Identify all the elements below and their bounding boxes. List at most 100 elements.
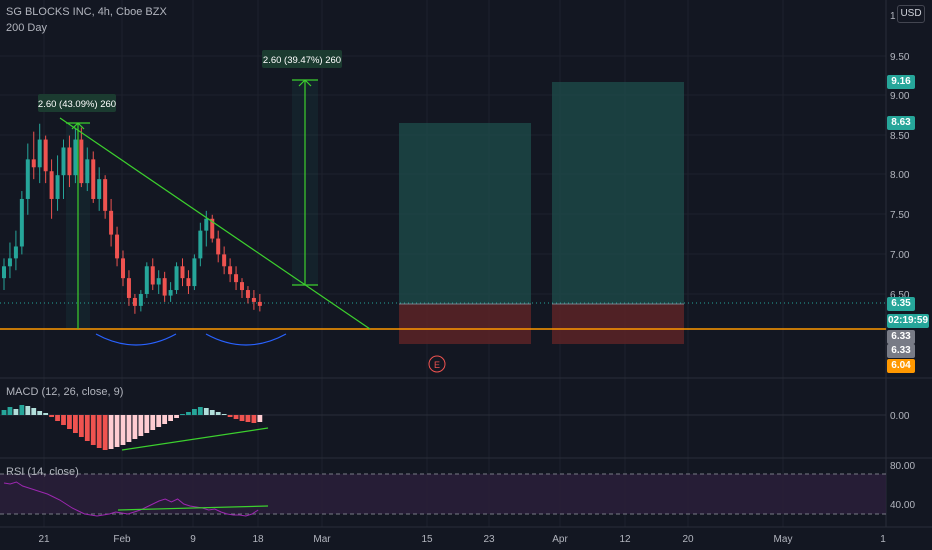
macd-histogram-bar bbox=[197, 407, 203, 415]
macd-histogram-bar bbox=[203, 408, 209, 415]
measure-1-label: 2.60 (43.09%) 260 bbox=[38, 99, 116, 110]
macd-histogram-bar bbox=[180, 414, 185, 415]
target-low-tag: 8.63 bbox=[887, 116, 915, 130]
candle-body[interactable] bbox=[61, 147, 66, 176]
macd-histogram-bar bbox=[209, 410, 215, 415]
target-high-tag: 9.16 bbox=[887, 75, 915, 89]
macd-histogram-bar bbox=[156, 415, 162, 427]
macd-histogram-bar bbox=[245, 415, 251, 422]
position-1-loss-zone[interactable] bbox=[399, 304, 531, 344]
candle-body[interactable] bbox=[150, 266, 155, 285]
candle-body[interactable] bbox=[91, 159, 96, 199]
candle-body[interactable] bbox=[109, 210, 114, 235]
macd-histogram-bar bbox=[150, 415, 156, 430]
macd-histogram-bar bbox=[37, 411, 43, 415]
candle-body[interactable] bbox=[79, 139, 84, 184]
macd-histogram-bar bbox=[108, 415, 114, 449]
candle-body[interactable] bbox=[7, 258, 12, 267]
candle-body[interactable] bbox=[37, 139, 42, 168]
candle-body[interactable] bbox=[85, 159, 90, 184]
candle-body[interactable] bbox=[67, 147, 72, 176]
candle-body[interactable] bbox=[55, 175, 60, 199]
rsi-axis-tick: 80.00 bbox=[890, 461, 915, 472]
candle-body[interactable] bbox=[204, 218, 209, 231]
macd-histogram-bar bbox=[78, 415, 84, 437]
macd-histogram-bar bbox=[73, 415, 78, 433]
candle-body[interactable] bbox=[186, 278, 191, 287]
macd-histogram-bar bbox=[96, 415, 102, 448]
candle-body[interactable] bbox=[192, 258, 197, 287]
macd-histogram-bar bbox=[162, 415, 168, 424]
macd-histogram-bar bbox=[13, 409, 19, 415]
macd-histogram-bar bbox=[257, 415, 263, 422]
candle-body[interactable] bbox=[234, 274, 239, 283]
candle-body[interactable] bbox=[245, 290, 250, 298]
time-tick: 12 bbox=[619, 534, 631, 545]
price-tick: 8.50 bbox=[890, 131, 910, 142]
candle-body[interactable] bbox=[121, 258, 125, 279]
candle-body[interactable] bbox=[19, 198, 24, 247]
chart-canvas[interactable]: 2.60 (43.09%) 260 2.60 (39.47%) 260 E 1 … bbox=[0, 0, 932, 550]
candle-body[interactable] bbox=[162, 278, 167, 296]
candle-body[interactable] bbox=[216, 238, 221, 255]
symbol-title[interactable]: SG BLOCKS INC, 4h, Cboe BZX bbox=[6, 6, 167, 18]
rsi-band bbox=[0, 474, 886, 514]
macd-histogram-bar bbox=[221, 414, 227, 415]
position-1-profit-zone[interactable] bbox=[399, 123, 531, 304]
macd-histogram-bar bbox=[120, 415, 126, 445]
candle-body[interactable] bbox=[240, 282, 244, 291]
macd-histogram-bar bbox=[168, 415, 173, 421]
candle-body[interactable] bbox=[31, 159, 36, 168]
candle-body[interactable] bbox=[138, 294, 143, 306]
macd-histogram-bar bbox=[227, 415, 233, 417]
candle-body[interactable] bbox=[97, 179, 102, 199]
currency-button[interactable]: USD bbox=[897, 5, 925, 23]
time-tick: 15 bbox=[421, 534, 433, 545]
macd-histogram-bar bbox=[215, 412, 221, 415]
macd-histogram-bar bbox=[55, 415, 60, 421]
earnings-marker-label: E bbox=[434, 360, 440, 370]
time-tick: 18 bbox=[252, 534, 264, 545]
rsi-label[interactable]: RSI (14, close) bbox=[6, 466, 79, 478]
macd-histogram-bar bbox=[174, 415, 179, 418]
candle-body[interactable] bbox=[174, 266, 179, 291]
candle-body[interactable] bbox=[144, 266, 149, 294]
moving-average-label[interactable]: 200 Day bbox=[6, 22, 47, 34]
candle-body[interactable] bbox=[132, 297, 137, 306]
macd-histogram-bar bbox=[19, 405, 25, 415]
level-tag-b: 6.33 bbox=[887, 344, 915, 358]
macd-label[interactable]: MACD (12, 26, close, 9) bbox=[6, 386, 123, 398]
macd-histogram-bar bbox=[132, 415, 138, 439]
position-2-loss-zone[interactable] bbox=[552, 304, 684, 344]
candle-body[interactable] bbox=[257, 301, 262, 306]
macd-histogram-bar bbox=[126, 415, 132, 442]
candle-body[interactable] bbox=[13, 246, 18, 259]
macd-histogram-bar bbox=[43, 413, 49, 415]
candle-body[interactable] bbox=[228, 266, 233, 275]
candle-body[interactable] bbox=[126, 278, 131, 298]
candle-body[interactable] bbox=[198, 230, 203, 259]
candle-body[interactable] bbox=[168, 290, 173, 296]
macd-histogram-bar bbox=[84, 415, 90, 441]
price-tick: 1 bbox=[890, 11, 896, 22]
candle-body[interactable] bbox=[180, 266, 185, 279]
candle-body[interactable] bbox=[49, 171, 54, 199]
candle-body[interactable] bbox=[156, 278, 161, 285]
time-tick: Mar bbox=[313, 534, 331, 545]
candle-body[interactable] bbox=[103, 179, 108, 211]
candle-body[interactable] bbox=[115, 234, 120, 259]
macd-histogram-bar bbox=[192, 409, 197, 415]
candle-body[interactable] bbox=[73, 139, 78, 176]
candle-body[interactable] bbox=[43, 139, 48, 172]
macd-histogram-bar bbox=[49, 415, 54, 417]
bar-countdown-timer: 02:19:59 bbox=[887, 314, 929, 328]
macd-axis-tick: 0.00 bbox=[890, 411, 910, 422]
candle-body[interactable] bbox=[2, 266, 6, 279]
candle-body[interactable] bbox=[222, 254, 227, 267]
time-tick: Apr bbox=[552, 534, 568, 545]
position-2-profit-zone[interactable] bbox=[552, 82, 684, 304]
candle-body[interactable] bbox=[25, 159, 30, 199]
macd-histogram-bar bbox=[239, 415, 245, 421]
candle-body[interactable] bbox=[251, 297, 256, 302]
macd-histogram-bar bbox=[144, 415, 150, 433]
